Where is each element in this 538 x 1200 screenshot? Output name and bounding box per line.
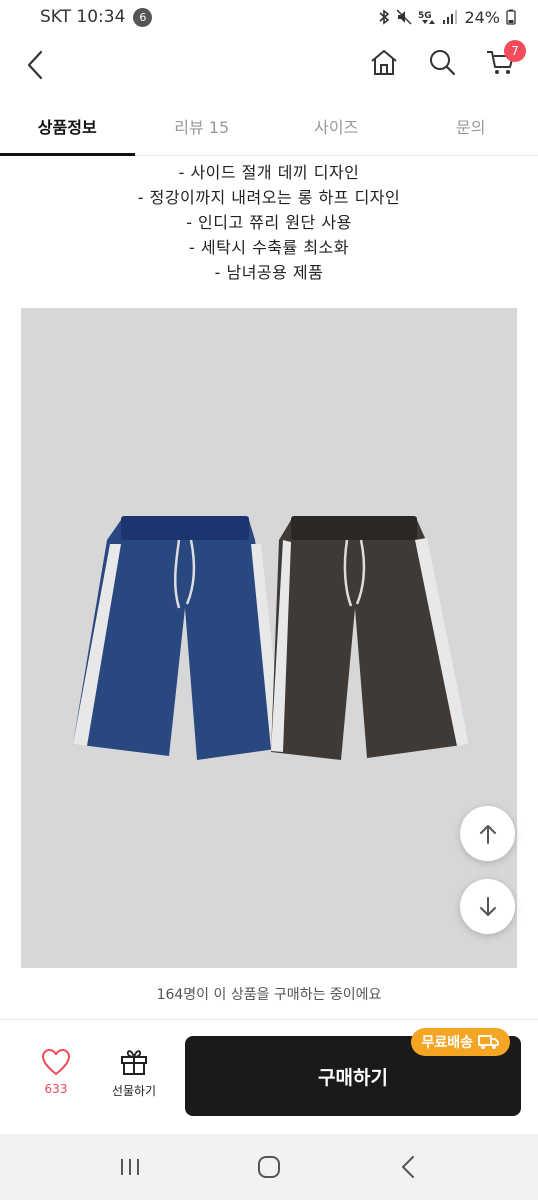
tab-product-info[interactable]: 상품정보 — [0, 96, 135, 156]
gift-icon — [121, 1050, 147, 1075]
arrow-up-icon — [479, 824, 496, 844]
home-icon — [371, 50, 397, 75]
recent-apps-button[interactable] — [110, 1147, 150, 1187]
tab-size[interactable]: 사이즈 — [269, 96, 404, 155]
battery-percent: 24% — [464, 7, 500, 27]
scroll-up-button[interactable] — [460, 806, 515, 861]
mute-icon — [396, 9, 412, 25]
notification-count-badge: 6 — [133, 7, 153, 27]
search-icon — [430, 50, 456, 76]
svg-text:5G: 5G — [418, 11, 432, 21]
bluetooth-icon — [379, 9, 390, 25]
heart-icon — [41, 1048, 71, 1076]
description-line: - 인디고 쮸리 원단 사용 — [186, 213, 352, 232]
home-circle-icon — [257, 1156, 280, 1178]
system-nav-bar — [0, 1134, 538, 1200]
5g-icon: 5G — [418, 11, 436, 24]
app-bar: 7 — [0, 34, 538, 96]
scroll-down-button[interactable] — [460, 879, 515, 934]
navy-shorts — [73, 516, 283, 760]
cart-button[interactable]: 7 — [482, 40, 526, 80]
search-button[interactable] — [424, 44, 460, 80]
description-line: - 세탁시 수축률 최소화 — [188, 238, 349, 257]
chevron-left-icon — [27, 50, 43, 80]
product-description: - 사이드 절개 데끼 디자인 - 정강이까지 내려오는 롱 하프 디자인 - … — [0, 156, 538, 285]
free-shipping-badge: 무료배송 — [411, 1028, 510, 1056]
description-line: - 정강이까지 내려오는 롱 하프 디자인 — [137, 188, 401, 207]
description-line: - 남녀공용 제품 — [214, 263, 324, 282]
purchase-bar: 633 선물하기 구매하기 무료배송 — [0, 1020, 538, 1134]
home-nav-button[interactable] — [249, 1147, 289, 1187]
buy-label: 구매하기 — [318, 1066, 388, 1089]
truck-icon — [478, 1035, 499, 1049]
description-line: - 사이드 절개 데끼 디자인 — [178, 163, 360, 182]
back-button[interactable] — [18, 46, 52, 84]
cart-count-badge: 7 — [504, 40, 526, 62]
back-nav-button[interactable] — [388, 1147, 428, 1187]
back-arrow-icon — [402, 1156, 415, 1178]
charcoal-shorts — [271, 516, 469, 760]
buying-now-notice: 164명이 이 상품을 구매하는 중이에요 — [0, 968, 538, 1020]
free-shipping-label: 무료배송 — [421, 1035, 473, 1051]
tab-inquiry[interactable]: 문의 — [404, 96, 538, 155]
product-image — [21, 308, 517, 968]
tab-reviews[interactable]: 리뷰 15 — [135, 96, 270, 155]
product-tabs: 상품정보 리뷰 15 사이즈 문의 — [0, 96, 538, 156]
recent-apps-icon — [120, 1159, 139, 1175]
gift-label: 선물하기 — [111, 1084, 157, 1098]
battery-icon — [506, 9, 516, 25]
home-button[interactable] — [366, 44, 402, 80]
carrier-time: SKT 10:34 — [40, 7, 126, 27]
gift-button[interactable]: 선물하기 — [102, 1048, 166, 1099]
signal-icon — [443, 10, 458, 24]
like-button[interactable]: 633 — [30, 1048, 82, 1096]
status-bar: SKT 10:34 6 5G 24% — [0, 0, 538, 34]
arrow-down-icon — [479, 896, 496, 916]
like-count: 633 — [44, 1082, 68, 1096]
